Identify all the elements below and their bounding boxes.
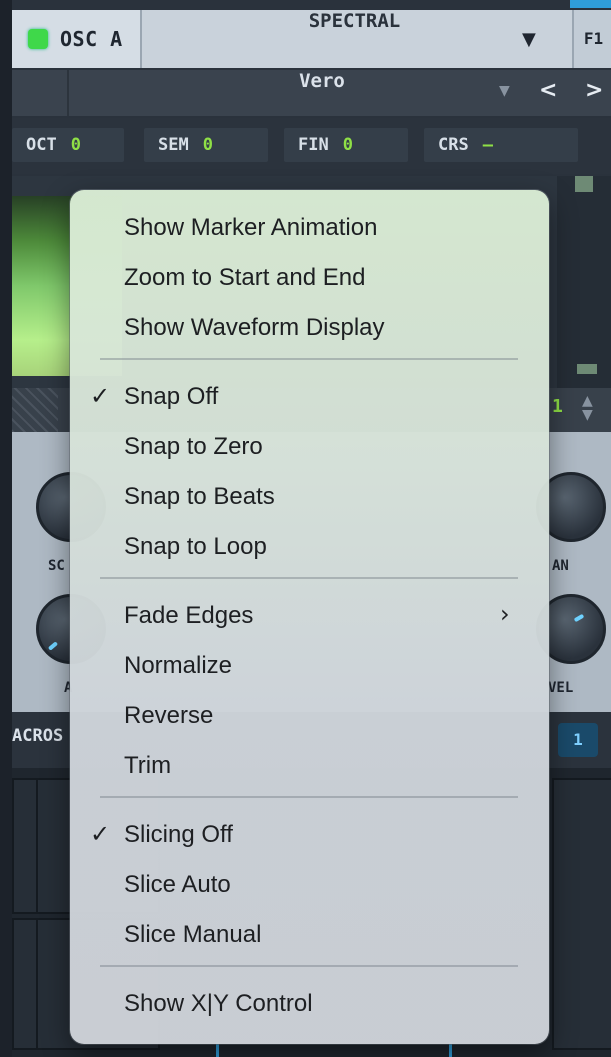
menu-item-slicing-off[interactable]: ✓ Slicing Off [70,812,549,856]
param-label: FIN [298,135,329,155]
menu-item-show-marker-animation[interactable]: Show Marker Animation [70,205,549,249]
menu-item-label: Snap to Loop [124,533,267,560]
menu-item-label: Snap to Zero [124,433,263,460]
menu-separator [100,358,518,360]
macro-cell[interactable] [12,918,38,1050]
osc-tab[interactable]: OSC A [12,10,142,68]
menu-item-normalize[interactable]: Normalize [70,643,549,687]
checkmark-icon: ✓ [90,820,111,848]
osc-header: OSC A SPECTRAL ▼ F1 [12,0,611,68]
menu-item-snap-off[interactable]: ✓ Snap Off [70,374,549,418]
next-wavetable-button[interactable]: > [585,78,603,103]
menu-item-label: Reverse [124,702,214,729]
slider-marker [577,364,597,374]
menu-item-label: Zoom to Start and End [124,264,366,291]
macro-cell[interactable] [552,778,611,1050]
macro-label: ACROS [12,726,64,746]
menu-item-label: Slice Auto [124,871,231,898]
menu-item-slice-auto[interactable]: Slice Auto [70,862,549,906]
param-value: 0 [202,135,213,155]
hatched-area [12,388,58,432]
menu-item-snap-to-zero[interactable]: Snap to Zero [70,424,549,468]
wavetable-selector-row: Vero ▼ < > [12,70,611,116]
menu-separator [100,796,518,798]
menu-item-label: Slicing Off [124,821,233,848]
menu-item-label: Normalize [124,652,233,679]
param-label: SEM [158,135,189,155]
macro-slot-highlight [216,1042,452,1057]
knob-label: VEL [548,680,574,696]
param-sem[interactable]: SEM 0 [144,128,268,162]
menu-item-reverse[interactable]: Reverse [70,693,549,737]
mode-selector[interactable]: SPECTRAL [142,10,567,68]
tab-f1[interactable]: F1 [572,10,611,68]
param-value: 0 [70,135,81,155]
param-oct[interactable]: OCT 0 [12,128,124,162]
wavetable-name[interactable]: Vero [192,70,452,92]
param-crs[interactable]: CRS – [424,128,578,162]
menu-item-label: Show Waveform Display [124,314,385,341]
menu-item-label: Show X|Y Control [124,990,313,1017]
menu-separator [100,577,518,579]
menu-item-slice-manual[interactable]: Slice Manual [70,912,549,956]
context-menu: Show Marker Animation Zoom to Start and E… [70,190,549,1044]
param-value: 0 [342,135,353,155]
macro-badge[interactable]: 1 [558,723,598,757]
macro-cell[interactable] [12,778,38,914]
divider [67,70,69,116]
osc-label: OSC A [60,27,123,51]
position-slider[interactable] [557,176,611,388]
menu-item-label: Snap Off [124,383,219,410]
menu-item-snap-to-loop[interactable]: Snap to Loop [70,524,549,568]
chevron-right-icon: › [500,600,510,628]
menu-item-fade-edges[interactable]: Fade Edges › [70,593,549,637]
param-value: – [482,135,493,155]
stepper-icon[interactable]: ▲ ▼ [582,394,593,422]
prev-wavetable-button[interactable]: < [539,78,557,103]
mode-dropdown-icon[interactable]: ▼ [522,29,536,50]
menu-item-show-waveform-display[interactable]: Show Waveform Display [70,305,549,349]
osc-enable-led[interactable] [28,29,48,49]
knob-label: SC [48,558,65,574]
active-tab-indicator [570,0,611,8]
menu-item-label: Show Marker Animation [124,214,378,241]
checkmark-icon: ✓ [90,382,111,410]
menu-item-snap-to-beats[interactable]: Snap to Beats [70,474,549,518]
menu-item-label: Snap to Beats [124,483,275,510]
menu-item-label: Slice Manual [124,921,262,948]
param-label: CRS [438,135,469,155]
param-fin[interactable]: FIN 0 [284,128,408,162]
menu-separator [100,965,518,967]
menu-item-zoom-to-start-and-end[interactable]: Zoom to Start and End [70,255,549,299]
param-label: OCT [26,135,57,155]
menu-item-trim[interactable]: Trim [70,743,549,787]
knob-label: AN [552,558,569,574]
strip-value[interactable]: 1 [552,396,563,417]
wavetable-dropdown-icon[interactable]: ▼ [499,83,510,99]
menu-item-label: Trim [124,752,172,779]
menu-item-label: Fade Edges [124,602,254,629]
menu-item-show-x-y-control[interactable]: Show X|Y Control [70,981,549,1025]
pitch-params-row: OCT 0 SEM 0 FIN 0 CRS – [12,118,611,174]
slider-handle[interactable] [575,176,593,192]
